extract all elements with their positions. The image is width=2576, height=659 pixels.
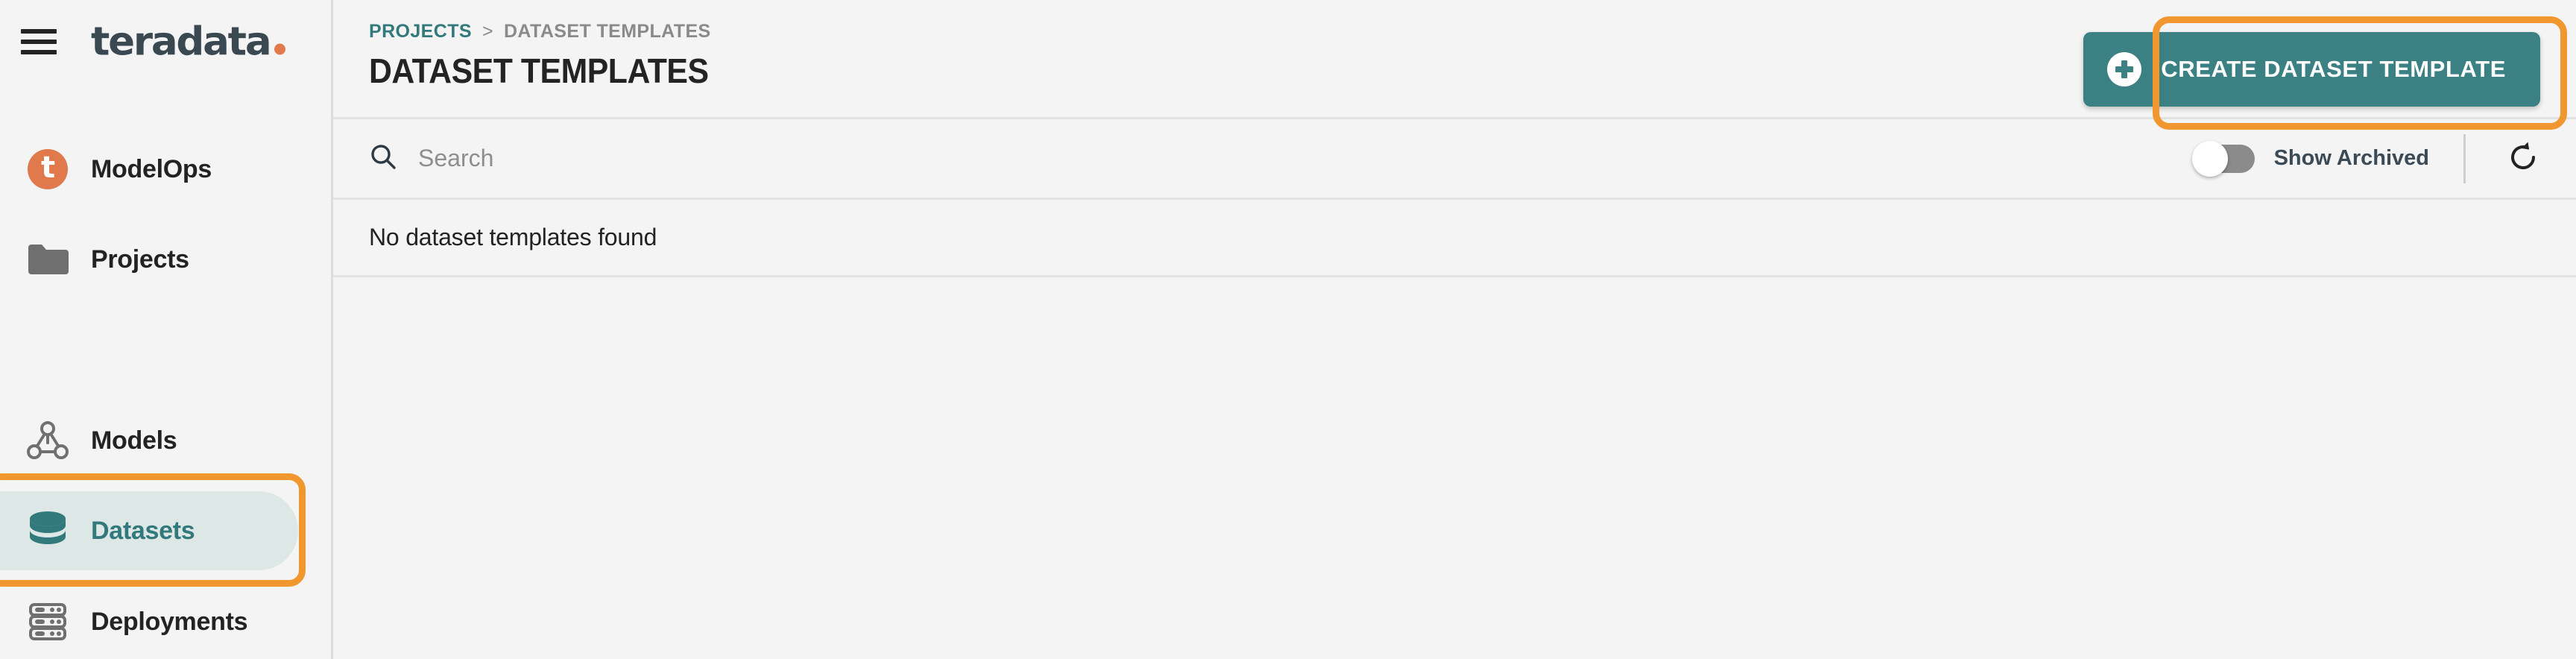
sidebar-item-label: Projects <box>91 245 189 274</box>
toolbar-divider <box>2463 133 2466 183</box>
app-root: teradata t ModelOps Projects Models Data… <box>0 0 2576 659</box>
breadcrumb-link-projects[interactable]: PROJECTS <box>369 21 472 42</box>
toggle-knob <box>2191 140 2228 177</box>
refresh-icon <box>2504 139 2542 178</box>
sidebar-item-datasets[interactable]: Datasets <box>0 491 298 570</box>
sidebar-item-label: ModelOps <box>91 154 212 183</box>
menu-icon-bar <box>21 40 57 44</box>
page-header: PROJECTS > DATASET TEMPLATES DATASET TEM… <box>333 0 2576 119</box>
filter-actions: Show Archived <box>2191 133 2546 183</box>
show-archived-toggle[interactable] <box>2191 140 2255 177</box>
search-input[interactable] <box>418 145 1089 172</box>
sidebar-item-modelops[interactable]: t ModelOps <box>0 130 298 209</box>
teradata-logo-text: teradata <box>91 19 272 65</box>
plus-circle-icon <box>2107 52 2142 86</box>
teradata-t-logo-icon: t <box>15 149 80 189</box>
sidebar-item-deployments[interactable]: Deployments <box>0 582 298 659</box>
sidebar-item-label: Models <box>91 426 177 455</box>
sidebar-item-label: Deployments <box>91 607 248 636</box>
sidebar-item-label: Datasets <box>91 516 195 545</box>
search-container <box>369 142 1089 174</box>
breadcrumb-current: DATASET TEMPLATES <box>503 21 711 42</box>
folder-icon <box>15 242 80 277</box>
menu-icon[interactable] <box>21 29 57 54</box>
model-graph-icon <box>15 420 80 461</box>
main-content: PROJECTS > DATASET TEMPLATES DATASET TEM… <box>333 0 2576 659</box>
show-archived-label: Show Archived <box>2273 146 2429 170</box>
teradata-logo-dot-icon <box>274 43 286 55</box>
teradata-logo[interactable]: teradata <box>91 19 286 65</box>
page-title: DATASET TEMPLATES <box>369 51 709 90</box>
create-dataset-template-label: CREATE DATASET TEMPLATE <box>2161 56 2506 82</box>
breadcrumb: PROJECTS > DATASET TEMPLATES <box>369 21 711 42</box>
server-rack-icon <box>15 601 80 643</box>
menu-icon-bar <box>21 29 57 34</box>
create-dataset-template-button[interactable]: CREATE DATASET TEMPLATE <box>2083 32 2540 107</box>
empty-state-row: No dataset templates found <box>333 200 2576 277</box>
sidebar-item-models[interactable]: Models <box>0 401 298 480</box>
sidebar: teradata t ModelOps Projects Models Data… <box>0 0 333 659</box>
sidebar-item-projects[interactable]: Projects <box>0 220 298 299</box>
breadcrumb-separator-icon: > <box>482 21 493 42</box>
empty-state-message: No dataset templates found <box>369 224 657 250</box>
sidebar-header: teradata <box>0 0 333 83</box>
refresh-button[interactable] <box>2500 136 2546 182</box>
database-icon <box>15 510 80 552</box>
search-icon <box>369 142 397 174</box>
menu-icon-bar <box>21 50 57 54</box>
filter-toolbar: Show Archived <box>333 119 2576 200</box>
